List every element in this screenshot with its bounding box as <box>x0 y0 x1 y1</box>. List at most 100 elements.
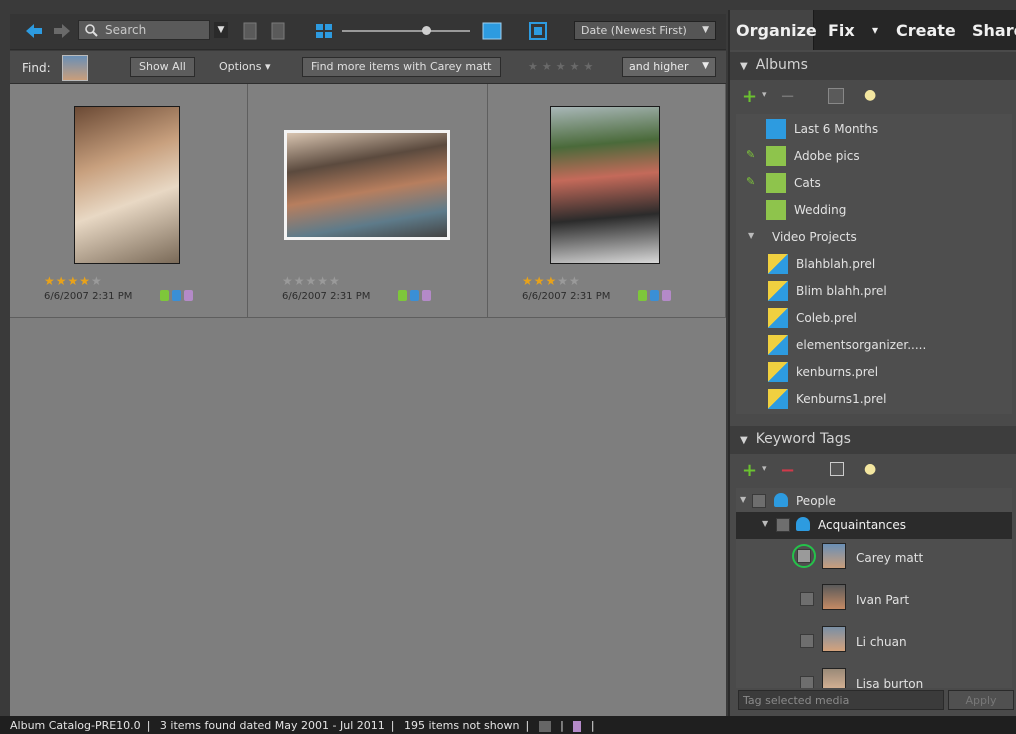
album-item[interactable]: kenburns.prel <box>736 359 1012 386</box>
albums-header[interactable]: ▼ Albums <box>730 52 1016 80</box>
options-menu[interactable]: Options ▾ <box>210 57 279 77</box>
tag-label: Lisa burton <box>856 677 924 688</box>
delete-album-icon[interactable]: − <box>780 86 795 107</box>
media-item[interactable]: ★★★★★ 6/6/2007 2:31 PM <box>10 84 248 318</box>
add-tag-icon[interactable]: + <box>742 460 757 481</box>
album-icon <box>766 200 786 220</box>
photo-thumbnail[interactable] <box>550 106 660 264</box>
keyword-tag-icon <box>410 290 419 301</box>
photo-thumbnail[interactable] <box>284 130 450 240</box>
people-tag-icon <box>184 290 193 301</box>
tag-checkbox[interactable] <box>800 634 814 648</box>
album-icon <box>766 173 786 193</box>
media-item[interactable]: ★★★★★ 6/6/2007 2:31 PM <box>488 84 726 318</box>
add-dropdown-icon[interactable]: ▾ <box>762 90 767 100</box>
find-more-button[interactable]: Find more items with Carey matt <box>302 57 501 77</box>
tag-applied-icon[interactable] <box>797 549 811 563</box>
tab-share[interactable]: Share <box>966 10 1016 50</box>
people-filter-icon[interactable] <box>573 720 582 732</box>
album-item[interactable]: elementsorganizer..... <box>736 332 1012 359</box>
album-label: elementsorganizer..... <box>796 338 927 352</box>
rating-filter-stars[interactable]: ★★★★★ <box>528 60 597 73</box>
lightbulb-icon[interactable]: ● <box>864 87 876 103</box>
shared-icon: ✎ <box>746 175 756 188</box>
thumbnail-size-slider[interactable] <box>342 30 470 32</box>
project-icon <box>768 362 788 382</box>
person-tag[interactable]: Carey matt <box>736 540 1012 582</box>
large-view-icon[interactable] <box>482 20 502 42</box>
full-screen-icon[interactable] <box>528 20 548 42</box>
album-category[interactable]: ▼ Video Projects <box>736 224 1012 251</box>
sort-order-select[interactable]: Date (Newest First) ▼ <box>574 21 716 40</box>
photo-thumbnail[interactable] <box>74 106 180 264</box>
catalog-name: Album Catalog-PRE10.0 <box>10 719 141 732</box>
media-item[interactable]: ★★★★★ 6/6/2007 2:31 PM <box>248 84 488 318</box>
delete-tag-icon[interactable]: − <box>780 460 795 481</box>
project-icon <box>768 335 788 355</box>
options-caret-icon: ▾ <box>261 60 271 73</box>
album-item[interactable]: Wedding <box>736 197 1012 224</box>
tag-subcategory-acquaintances[interactable]: ▼ Acquaintances <box>736 512 1012 539</box>
person-tag[interactable]: Li chuan <box>736 624 1012 666</box>
edit-album-icon[interactable] <box>828 88 844 104</box>
star-rating[interactable]: ★★★★★ <box>44 274 103 288</box>
rating-filter-value: and higher <box>629 60 689 73</box>
tag-checkbox[interactable] <box>776 518 790 532</box>
back-arrow-icon[interactable] <box>24 22 44 40</box>
add-dropdown-icon[interactable]: ▾ <box>762 464 767 474</box>
expand-triangle-icon[interactable]: ▼ <box>748 231 754 240</box>
expand-triangle-icon[interactable]: ▼ <box>762 519 768 528</box>
album-item[interactable]: Kenburns1.prel <box>736 386 1012 413</box>
collapse-triangle-icon[interactable]: ▼ <box>740 61 748 72</box>
album-item[interactable]: Coleb.prel <box>736 305 1012 332</box>
keyword-tags-title: Keyword Tags <box>755 431 851 447</box>
album-item[interactable]: ✎ Cats <box>736 170 1012 197</box>
star-rating[interactable]: ★★★★★ <box>522 274 581 288</box>
tag-selected-media-input[interactable]: Tag selected media <box>738 690 944 710</box>
album-item[interactable]: Blim blahh.prel <box>736 278 1012 305</box>
album-item[interactable]: ✎ Adobe pics <box>736 143 1012 170</box>
tag-checkbox[interactable] <box>800 592 814 606</box>
apply-button[interactable]: Apply <box>948 690 1014 710</box>
star-filled-icon: ★★★★ <box>44 274 92 288</box>
edit-tag-icon[interactable] <box>830 462 844 476</box>
album-label: Cats <box>794 176 821 190</box>
tab-organize[interactable]: Organize <box>730 10 817 50</box>
tag-category-people[interactable]: ▼ People <box>736 488 1012 515</box>
star-rating[interactable]: ★★★★★ <box>282 274 341 288</box>
tag-checkbox[interactable] <box>752 494 766 508</box>
keyword-tags-list: ▼ People ▼ Acquaintances Carey matt Ivan… <box>736 488 1012 688</box>
expand-triangle-icon[interactable]: ▼ <box>740 495 746 504</box>
album-label: Blahblah.prel <box>796 257 876 271</box>
person-tag[interactable]: Lisa burton <box>736 666 1012 688</box>
album-label: kenburns.prel <box>796 365 879 379</box>
thumbnail-view-icon[interactable] <box>314 20 334 42</box>
tab-create[interactable]: Create <box>890 10 960 50</box>
media-tag-icons <box>160 290 196 304</box>
album-item[interactable]: Blahblah.prel <box>736 251 1012 278</box>
collapse-triangle-icon[interactable]: ▼ <box>740 435 748 446</box>
media-type-icon[interactable] <box>538 720 551 732</box>
search-dropdown-button[interactable]: ▼ <box>214 22 228 38</box>
person-tag[interactable]: Ivan Part <box>736 582 1012 624</box>
rotate-right-icon[interactable] <box>268 20 288 42</box>
rating-filter-select[interactable]: and higher ▼ <box>622 57 716 77</box>
show-all-button[interactable]: Show All <box>130 57 195 77</box>
album-tag-icon <box>638 290 647 301</box>
search-field[interactable]: Search <box>78 20 210 40</box>
keyword-tags-header[interactable]: ▼ Keyword Tags <box>730 426 1016 454</box>
lightbulb-icon[interactable]: ● <box>864 461 876 477</box>
add-album-icon[interactable]: + <box>742 86 757 107</box>
project-icon <box>768 281 788 301</box>
chevron-down-icon: ▼ <box>702 25 709 35</box>
albums-toolbar: + ▾ − ● <box>736 82 1012 112</box>
forward-arrow-icon[interactable] <box>52 22 72 40</box>
album-item[interactable]: Last 6 Months <box>736 116 1012 143</box>
albums-list: Last 6 Months ✎ Adobe pics ✎ Cats Weddin… <box>736 114 1012 414</box>
tab-fix[interactable]: Fix <box>822 10 858 50</box>
fix-dropdown-icon[interactable]: ▾ <box>866 10 886 50</box>
person-face-icon <box>822 584 846 610</box>
rotate-left-icon[interactable] <box>240 20 260 42</box>
slider-handle[interactable] <box>422 26 431 35</box>
tag-checkbox[interactable] <box>800 676 814 688</box>
